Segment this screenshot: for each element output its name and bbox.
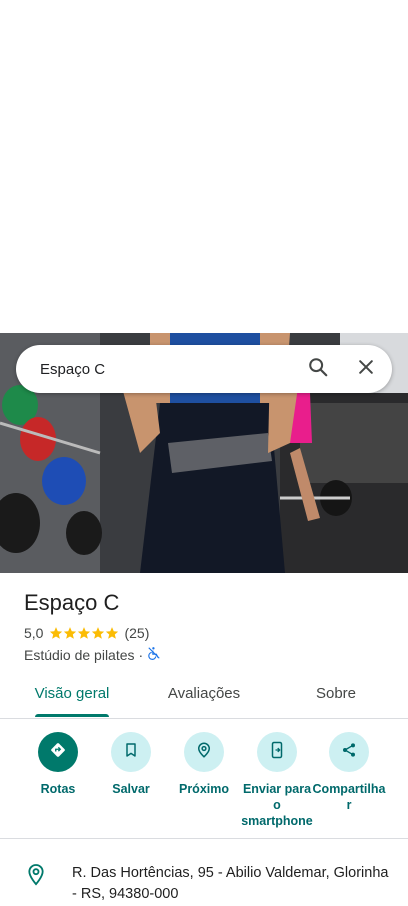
star-icon bbox=[50, 627, 63, 639]
nearby-icon bbox=[195, 741, 213, 764]
send-to-phone-label: Enviar para o smartphone bbox=[241, 782, 313, 828]
directions-button[interactable]: Rotas bbox=[20, 732, 96, 797]
bookmark-icon bbox=[123, 742, 139, 763]
tab-bar: Visão geral Avaliações Sobre bbox=[0, 674, 408, 719]
rating-row[interactable]: 5,0 (25) bbox=[24, 625, 149, 641]
nearby-button[interactable]: Próximo bbox=[166, 732, 242, 797]
star-icon bbox=[92, 627, 105, 639]
send-to-phone-icon bbox=[269, 741, 285, 764]
tab-about[interactable]: Sobre bbox=[286, 674, 386, 718]
place-title: Espaço C bbox=[24, 590, 120, 615]
address-text: R. Das Hortências, 95 - Abilio Valdemar,… bbox=[72, 865, 389, 902]
rating-value: 5,0 bbox=[24, 625, 44, 641]
nearby-label: Próximo bbox=[178, 782, 229, 796]
share-icon bbox=[341, 742, 357, 763]
save-label: Salvar bbox=[112, 782, 150, 796]
close-icon bbox=[356, 357, 376, 382]
active-tab-indicator bbox=[35, 714, 109, 717]
search-icon bbox=[307, 356, 329, 383]
search-button[interactable] bbox=[298, 349, 338, 389]
directions-label: Rotas bbox=[40, 782, 76, 796]
save-button[interactable]: Salvar bbox=[93, 732, 169, 797]
share-button[interactable]: Compartilhar bbox=[311, 732, 387, 813]
tab-overview[interactable]: Visão geral bbox=[22, 674, 122, 718]
tab-reviews[interactable]: Avaliações bbox=[154, 674, 254, 718]
clear-search-button[interactable] bbox=[346, 349, 386, 389]
wheelchair-inaccessible-icon bbox=[147, 646, 161, 663]
place-category: Estúdio de pilates bbox=[24, 646, 135, 663]
star-icon bbox=[106, 627, 119, 639]
star-icon bbox=[64, 627, 77, 639]
review-count[interactable]: (25) bbox=[124, 625, 149, 641]
rating-stars bbox=[49, 626, 119, 640]
location-pin-icon bbox=[26, 863, 46, 892]
address-row[interactable]: R. Das Hortências, 95 - Abilio Valdemar,… bbox=[0, 855, 408, 906]
search-bar[interactable]: Espaço C bbox=[16, 345, 392, 393]
star-icon bbox=[78, 627, 91, 639]
category-row: Estúdio de pilates · bbox=[24, 646, 161, 663]
directions-icon bbox=[49, 741, 67, 764]
separator: · bbox=[138, 646, 144, 663]
send-to-phone-button[interactable]: Enviar para o smartphone bbox=[239, 732, 315, 829]
search-input[interactable]: Espaço C bbox=[40, 361, 298, 378]
action-bar: Rotas Salvar Próximo Enviar para o smart… bbox=[0, 719, 408, 839]
share-label: Compartilhar bbox=[312, 782, 386, 812]
